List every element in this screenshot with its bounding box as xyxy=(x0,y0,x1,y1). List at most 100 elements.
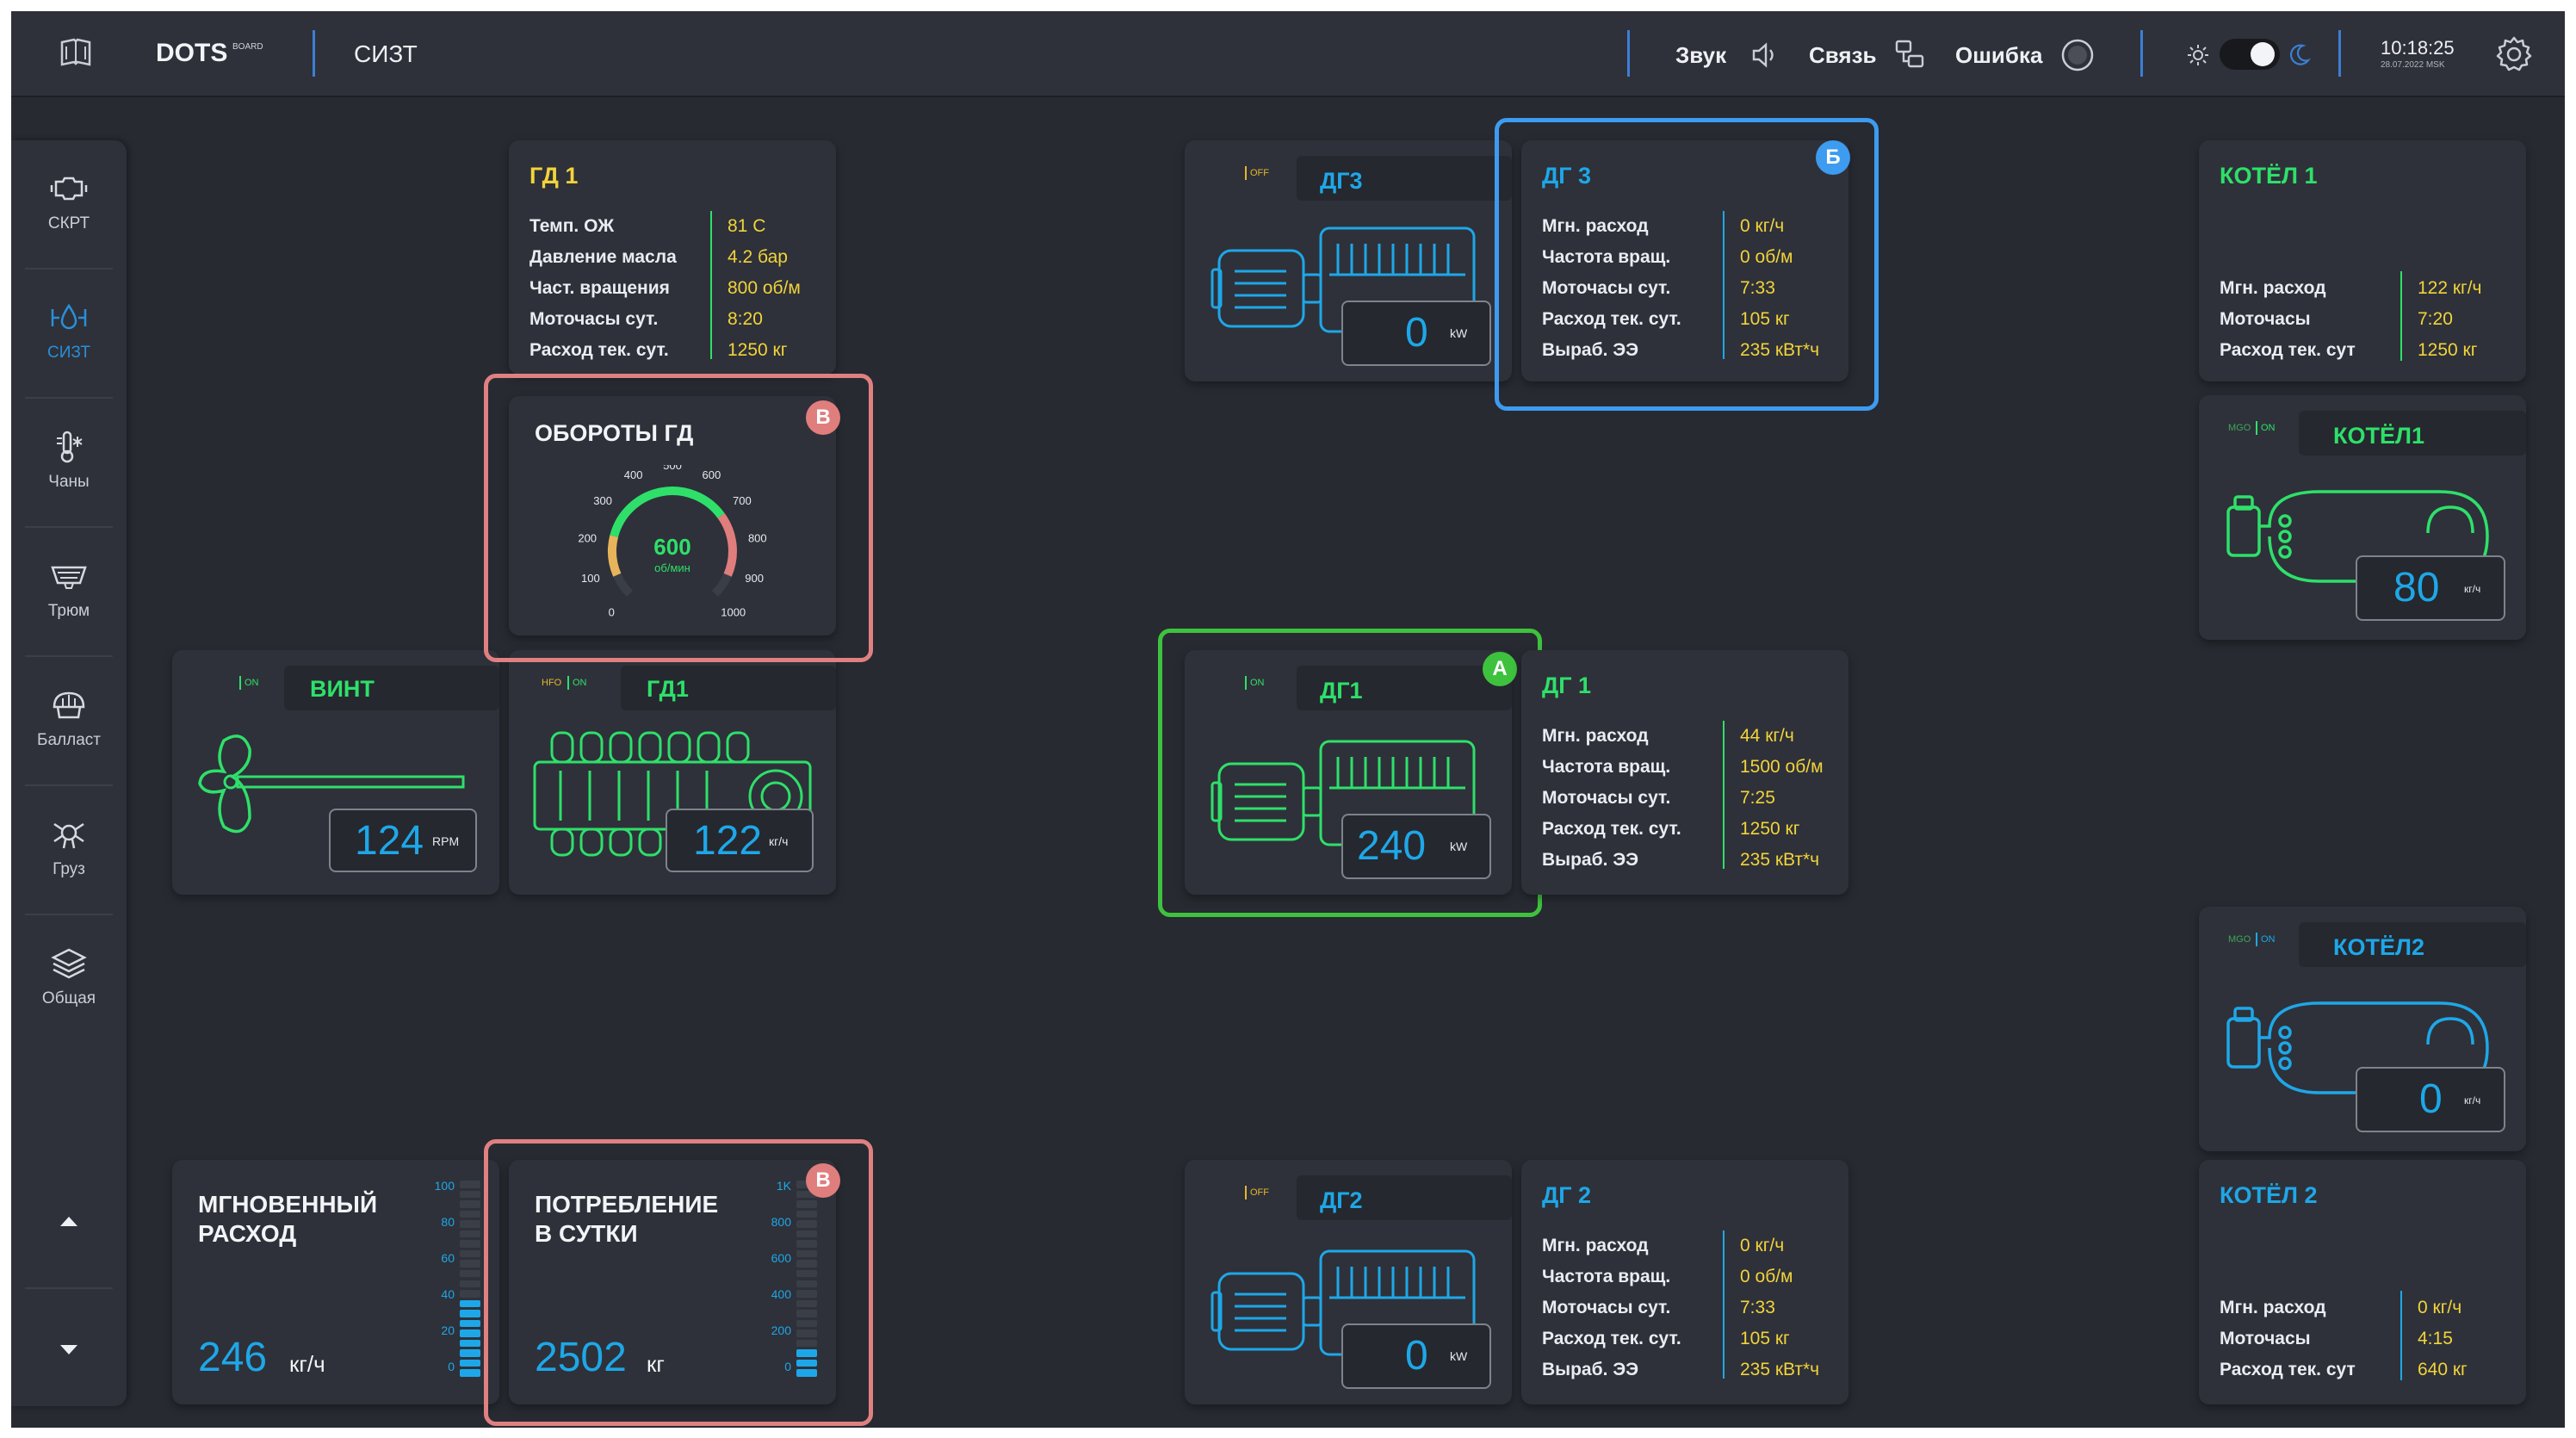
generator2-info-card[interactable]: ДГ 2 Мгн. расход 0 кг/ч Частота вращ. 0 … xyxy=(1521,1160,1848,1404)
row-label: Выраб. ЭЭ xyxy=(1542,1360,1639,1379)
level-segment xyxy=(796,1299,817,1308)
level-segment xyxy=(460,1260,480,1268)
level-segment xyxy=(460,1220,480,1228)
row-value: 0 об/м xyxy=(1740,247,1793,267)
sidebar-item-obshaya[interactable]: Общая xyxy=(11,915,127,1043)
generator1-badge: A xyxy=(1483,652,1517,686)
row-label: Моточасы сут. xyxy=(1542,1298,1671,1317)
consumption-value: 246 xyxy=(198,1335,268,1380)
generator1-info-card[interactable]: ДГ 1 Мгн. расход 44 кг/ч Частота вращ. 1… xyxy=(1521,650,1848,895)
level-segment xyxy=(796,1349,817,1357)
readout-box: 0 kW xyxy=(1341,301,1491,366)
clock-date: 28.07.2022 MSK xyxy=(2381,60,2445,70)
sidebar-item-gruz[interactable]: Груз xyxy=(11,786,127,914)
row-label: Мгн. расход xyxy=(1542,216,1649,236)
scale-label: 0 xyxy=(784,1360,791,1373)
divider xyxy=(2338,30,2341,77)
row-value: 0 об/м xyxy=(1740,1267,1793,1286)
sidebar-item-ballast[interactable]: Балласт xyxy=(11,657,127,784)
theme-toggle[interactable] xyxy=(2220,39,2280,70)
readout-unit: kW xyxy=(1450,326,1468,340)
row-label: Мгн. расход xyxy=(2220,1298,2326,1317)
sidebar-item-trum[interactable]: Трюм xyxy=(11,528,127,655)
sidebar-item-chany[interactable]: Чаны xyxy=(11,399,127,526)
card-title: КОТЁЛ 2 xyxy=(2220,1182,2318,1208)
chevron-up-icon[interactable] xyxy=(56,1212,82,1230)
brand-subtitle: BOARD xyxy=(232,42,263,52)
card-title: ДГ2 xyxy=(1320,1187,1363,1213)
status-bar xyxy=(1245,1186,1247,1199)
card-title: В СУТКИ xyxy=(535,1220,638,1247)
scale-label: 1K xyxy=(776,1179,791,1193)
level-segment xyxy=(460,1240,480,1248)
link-label: Связь xyxy=(1809,42,1877,68)
divider xyxy=(2400,1291,2402,1380)
consumption-value: 2502 xyxy=(535,1335,627,1380)
rpm-gauge: 0 100 200 300 400 500 600 700 800 900 1000 600 об/… xyxy=(578,465,767,619)
instant-consumption-card[interactable]: МГНОВЕННЫЙ РАСХОД 246 кг/ч 100 80 60 40 … xyxy=(172,1160,499,1404)
row-value: 0 кг/ч xyxy=(1740,216,1785,236)
row-value: 7:25 xyxy=(1740,788,1775,808)
gauge-tick-label: 500 xyxy=(663,465,682,472)
row-value: 235 кВт*ч xyxy=(1740,340,1820,360)
error-status-icon[interactable] xyxy=(2060,38,2095,72)
row-label: Моточасы xyxy=(2220,1329,2311,1348)
status-bar xyxy=(567,676,569,690)
readout-value: 124 xyxy=(355,818,424,864)
row-label: Давление масла xyxy=(529,247,677,267)
generator3-info-card[interactable]: ДГ 3 Мгн. расход 0 кг/ч Частота вращ. 0 … xyxy=(1521,140,1848,381)
book-icon[interactable] xyxy=(59,37,93,68)
card-title: РАСХОД xyxy=(198,1220,297,1247)
boiler1-card[interactable]: MGO ON КОТЁЛ1 80 кг/ч xyxy=(2199,395,2526,640)
scale-label: 200 xyxy=(771,1323,791,1337)
row-label: Расход тек. сут. xyxy=(1542,309,1681,329)
level-segment xyxy=(460,1339,480,1348)
moon-icon xyxy=(2290,44,2311,65)
generator1-card[interactable]: ON ДГ1 240 kW xyxy=(1185,650,1512,895)
rpm-gauge-card[interactable]: ОБОРОТЫ ГД 0 100 200 300 400 500 600 700 800 900 1… xyxy=(509,396,836,635)
level-segment xyxy=(460,1200,480,1208)
gauge-tick-label: 900 xyxy=(745,572,764,585)
readout-box: 122 кг/ч xyxy=(666,809,814,872)
generator3-card[interactable]: OFF ДГ3 0 kW xyxy=(1185,140,1512,381)
speaker-icon[interactable] xyxy=(1750,42,1780,68)
gear-icon[interactable] xyxy=(2495,35,2533,73)
level-segment xyxy=(796,1369,817,1377)
level-segment xyxy=(460,1330,480,1337)
chevron-down-icon[interactable] xyxy=(56,1342,82,1359)
connection-icon[interactable] xyxy=(1894,39,1927,70)
boiler1-info-card[interactable]: КОТЁЛ 1 Мгн. расход 122 кг/ч Моточасы 7:… xyxy=(2199,140,2526,381)
toggle-knob xyxy=(2251,42,2275,66)
main-engine-card[interactable]: HFO ON ГД1 122 кг/ч xyxy=(509,650,836,895)
card-title: ДГ 3 xyxy=(1542,163,1592,189)
divider xyxy=(2400,271,2402,361)
status-bar xyxy=(2256,933,2257,946)
scale-label: 100 xyxy=(434,1179,455,1193)
level-segment xyxy=(796,1240,817,1248)
daily-badge: В xyxy=(806,1163,840,1198)
consumption-unit: кг/ч xyxy=(289,1351,325,1377)
divider xyxy=(710,211,712,359)
gd1-info-card[interactable]: ГД 1 Темп. ОЖ 81 C Давление масла 4.2 ба… xyxy=(509,140,836,375)
readout-unit: kW xyxy=(1450,1349,1468,1363)
sidebar-item-skrt[interactable]: СКРТ xyxy=(11,140,127,268)
generator2-card[interactable]: OFF ДГ2 0 kW xyxy=(1185,1160,1512,1404)
row-label: Мгн. расход xyxy=(1542,726,1649,746)
readout-unit: кг/ч xyxy=(769,834,789,848)
ballast-icon xyxy=(53,691,85,719)
daily-consumption-card[interactable]: ПОТРЕБЛЕНИЕ В СУТКИ 2502 кг 1K 800 600 4… xyxy=(509,1160,836,1404)
boiler2-info-card[interactable]: КОТЁЛ 2 Мгн. расход 0 кг/ч Моточасы 4:15… xyxy=(2199,1160,2526,1404)
boiler2-card[interactable]: MGO ON КОТЁЛ2 0 кг/ч xyxy=(2199,907,2526,1151)
propeller-card[interactable]: ON ВИНТ 124 RPM xyxy=(172,650,499,895)
row-label: Выраб. ЭЭ xyxy=(1542,850,1639,870)
readout-value: 0 xyxy=(1405,1333,1428,1379)
gauge-tick-label: 800 xyxy=(748,531,767,544)
sidebar-item-sizt[interactable]: СИЗТ xyxy=(11,270,127,397)
gauge-tick-label: 200 xyxy=(578,531,597,544)
row-value: 7:33 xyxy=(1740,1298,1775,1317)
scale-label: 20 xyxy=(441,1323,455,1337)
sidebar: СКРТ СИЗТ Чаны Трюм Балласт Груз Общая xyxy=(11,140,127,1406)
row-value: 105 кг xyxy=(1740,1329,1790,1348)
level-segment xyxy=(460,1190,480,1199)
scale-label: 40 xyxy=(441,1287,455,1301)
